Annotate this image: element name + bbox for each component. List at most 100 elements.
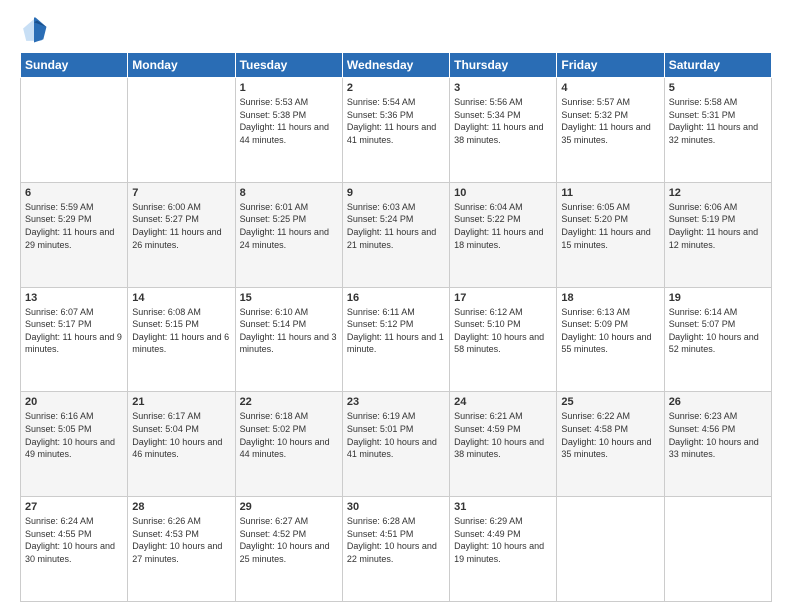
calendar-cell: 12 Sunrise: 6:06 AM Sunset: 5:19 PM Dayli… xyxy=(664,182,771,287)
day-number: 13 xyxy=(25,292,123,304)
day-info: Sunrise: 6:27 AM Sunset: 4:52 PM Dayligh… xyxy=(240,515,338,565)
day-info: Sunrise: 6:17 AM Sunset: 5:04 PM Dayligh… xyxy=(132,410,230,460)
day-info: Sunrise: 5:56 AM Sunset: 5:34 PM Dayligh… xyxy=(454,96,552,146)
logo-icon xyxy=(20,16,48,44)
day-number: 23 xyxy=(347,396,445,408)
calendar-cell: 24Sunrise: 6:21 AM Sunset: 4:59 PM Dayli… xyxy=(450,392,557,497)
calendar-cell: 9 Sunrise: 6:03 AM Sunset: 5:24 PM Daylig… xyxy=(342,182,449,287)
day-number: 31 xyxy=(454,501,552,513)
calendar-cell: 23 Sunrise: 6:19 AM Sunset: 5:01 PM Dayli… xyxy=(342,392,449,497)
day-info: Sunrise: 6:19 AM Sunset: 5:01 PM Dayligh… xyxy=(347,410,445,460)
day-number: 14 xyxy=(132,292,230,304)
calendar-cell: 13 Sunrise: 6:07 AM Sunset: 5:17 PM Dayli… xyxy=(21,287,128,392)
week-row-5: 27 Sunrise: 6:24 AM Sunset: 4:55 PM Dayli… xyxy=(21,497,772,602)
day-info: Sunrise: 5:58 AM Sunset: 5:31 PM Dayligh… xyxy=(669,96,767,146)
calendar-cell: 3 Sunrise: 5:56 AM Sunset: 5:34 PM Daylig… xyxy=(450,78,557,183)
day-info: Sunrise: 6:07 AM Sunset: 5:17 PM Dayligh… xyxy=(25,306,123,356)
day-info: Sunrise: 6:23 AM Sunset: 4:56 PM Dayligh… xyxy=(669,410,767,460)
day-number: 28 xyxy=(132,501,230,513)
day-number: 19 xyxy=(669,292,767,304)
calendar-cell: 7 Sunrise: 6:00 AM Sunset: 5:27 PM Daylig… xyxy=(128,182,235,287)
weekday-tuesday: Tuesday xyxy=(235,53,342,78)
day-number: 4 xyxy=(561,82,659,94)
day-info: Sunrise: 5:53 AM Sunset: 5:38 PM Dayligh… xyxy=(240,96,338,146)
week-row-2: 6Sunrise: 5:59 AM Sunset: 5:29 PM Daylig… xyxy=(21,182,772,287)
day-number: 27 xyxy=(25,501,123,513)
day-number: 22 xyxy=(240,396,338,408)
day-info: Sunrise: 6:22 AM Sunset: 4:58 PM Dayligh… xyxy=(561,410,659,460)
calendar-cell: 2Sunrise: 5:54 AM Sunset: 5:36 PM Daylig… xyxy=(342,78,449,183)
day-info: Sunrise: 6:06 AM Sunset: 5:19 PM Dayligh… xyxy=(669,201,767,251)
day-number: 2 xyxy=(347,82,445,94)
calendar-cell: 8 Sunrise: 6:01 AM Sunset: 5:25 PM Daylig… xyxy=(235,182,342,287)
day-number: 16 xyxy=(347,292,445,304)
weekday-friday: Friday xyxy=(557,53,664,78)
calendar-cell: 10 Sunrise: 6:04 AM Sunset: 5:22 PM Dayli… xyxy=(450,182,557,287)
day-number: 26 xyxy=(669,396,767,408)
day-info: Sunrise: 6:01 AM Sunset: 5:25 PM Dayligh… xyxy=(240,201,338,251)
calendar-cell: 21 Sunrise: 6:17 AM Sunset: 5:04 PM Dayli… xyxy=(128,392,235,497)
day-info: Sunrise: 6:16 AM Sunset: 5:05 PM Dayligh… xyxy=(25,410,123,460)
day-info: Sunrise: 6:29 AM Sunset: 4:49 PM Dayligh… xyxy=(454,515,552,565)
day-info: Sunrise: 6:26 AM Sunset: 4:53 PM Dayligh… xyxy=(132,515,230,565)
calendar-cell: 28 Sunrise: 6:26 AM Sunset: 4:53 PM Dayli… xyxy=(128,497,235,602)
calendar-cell: 27 Sunrise: 6:24 AM Sunset: 4:55 PM Dayli… xyxy=(21,497,128,602)
weekday-thursday: Thursday xyxy=(450,53,557,78)
day-info: Sunrise: 6:08 AM Sunset: 5:15 PM Dayligh… xyxy=(132,306,230,356)
day-number: 25 xyxy=(561,396,659,408)
calendar-cell: 19Sunrise: 6:14 AM Sunset: 5:07 PM Dayli… xyxy=(664,287,771,392)
day-info: Sunrise: 5:59 AM Sunset: 5:29 PM Dayligh… xyxy=(25,201,123,251)
day-number: 8 xyxy=(240,187,338,199)
day-info: Sunrise: 5:57 AM Sunset: 5:32 PM Dayligh… xyxy=(561,96,659,146)
day-info: Sunrise: 6:13 AM Sunset: 5:09 PM Dayligh… xyxy=(561,306,659,356)
day-number: 17 xyxy=(454,292,552,304)
calendar-cell: 25 Sunrise: 6:22 AM Sunset: 4:58 PM Dayli… xyxy=(557,392,664,497)
day-info: Sunrise: 6:24 AM Sunset: 4:55 PM Dayligh… xyxy=(25,515,123,565)
day-number: 30 xyxy=(347,501,445,513)
header xyxy=(20,16,772,44)
day-info: Sunrise: 6:21 AM Sunset: 4:59 PM Dayligh… xyxy=(454,410,552,460)
logo xyxy=(20,16,52,44)
calendar-cell: 29Sunrise: 6:27 AM Sunset: 4:52 PM Dayli… xyxy=(235,497,342,602)
day-number: 21 xyxy=(132,396,230,408)
day-info: Sunrise: 6:18 AM Sunset: 5:02 PM Dayligh… xyxy=(240,410,338,460)
calendar-cell: 16 Sunrise: 6:11 AM Sunset: 5:12 PM Dayli… xyxy=(342,287,449,392)
calendar-cell: 6Sunrise: 5:59 AM Sunset: 5:29 PM Daylig… xyxy=(21,182,128,287)
calendar-cell: 18Sunrise: 6:13 AM Sunset: 5:09 PM Dayli… xyxy=(557,287,664,392)
day-info: Sunrise: 6:12 AM Sunset: 5:10 PM Dayligh… xyxy=(454,306,552,356)
calendar-header: SundayMondayTuesdayWednesdayThursdayFrid… xyxy=(21,53,772,78)
day-number: 20 xyxy=(25,396,123,408)
calendar-cell: 11Sunrise: 6:05 AM Sunset: 5:20 PM Dayli… xyxy=(557,182,664,287)
calendar-cell: 22 Sunrise: 6:18 AM Sunset: 5:02 PM Dayli… xyxy=(235,392,342,497)
calendar-cell: 17 Sunrise: 6:12 AM Sunset: 5:10 PM Dayli… xyxy=(450,287,557,392)
day-info: Sunrise: 6:04 AM Sunset: 5:22 PM Dayligh… xyxy=(454,201,552,251)
weekday-monday: Monday xyxy=(128,53,235,78)
day-info: Sunrise: 6:00 AM Sunset: 5:27 PM Dayligh… xyxy=(132,201,230,251)
day-number: 7 xyxy=(132,187,230,199)
day-number: 11 xyxy=(561,187,659,199)
calendar-cell: 31 Sunrise: 6:29 AM Sunset: 4:49 PM Dayli… xyxy=(450,497,557,602)
weekday-row: SundayMondayTuesdayWednesdayThursdayFrid… xyxy=(21,53,772,78)
calendar-cell: 4 Sunrise: 5:57 AM Sunset: 5:32 PM Daylig… xyxy=(557,78,664,183)
day-number: 5 xyxy=(669,82,767,94)
calendar-body: 1 Sunrise: 5:53 AM Sunset: 5:38 PM Daylig… xyxy=(21,78,772,602)
weekday-sunday: Sunday xyxy=(21,53,128,78)
day-number: 10 xyxy=(454,187,552,199)
day-number: 1 xyxy=(240,82,338,94)
weekday-wednesday: Wednesday xyxy=(342,53,449,78)
day-info: Sunrise: 6:11 AM Sunset: 5:12 PM Dayligh… xyxy=(347,306,445,356)
day-number: 9 xyxy=(347,187,445,199)
calendar: SundayMondayTuesdayWednesdayThursdayFrid… xyxy=(20,52,772,602)
calendar-cell: 5 Sunrise: 5:58 AM Sunset: 5:31 PM Daylig… xyxy=(664,78,771,183)
day-info: Sunrise: 6:03 AM Sunset: 5:24 PM Dayligh… xyxy=(347,201,445,251)
day-info: Sunrise: 6:28 AM Sunset: 4:51 PM Dayligh… xyxy=(347,515,445,565)
calendar-cell: 30 Sunrise: 6:28 AM Sunset: 4:51 PM Dayli… xyxy=(342,497,449,602)
calendar-cell: 15Sunrise: 6:10 AM Sunset: 5:14 PM Dayli… xyxy=(235,287,342,392)
calendar-cell: 1 Sunrise: 5:53 AM Sunset: 5:38 PM Daylig… xyxy=(235,78,342,183)
page: SundayMondayTuesdayWednesdayThursdayFrid… xyxy=(0,0,792,612)
day-info: Sunrise: 6:10 AM Sunset: 5:14 PM Dayligh… xyxy=(240,306,338,356)
calendar-cell: 26 Sunrise: 6:23 AM Sunset: 4:56 PM Dayli… xyxy=(664,392,771,497)
calendar-cell xyxy=(21,78,128,183)
day-number: 12 xyxy=(669,187,767,199)
day-number: 3 xyxy=(454,82,552,94)
